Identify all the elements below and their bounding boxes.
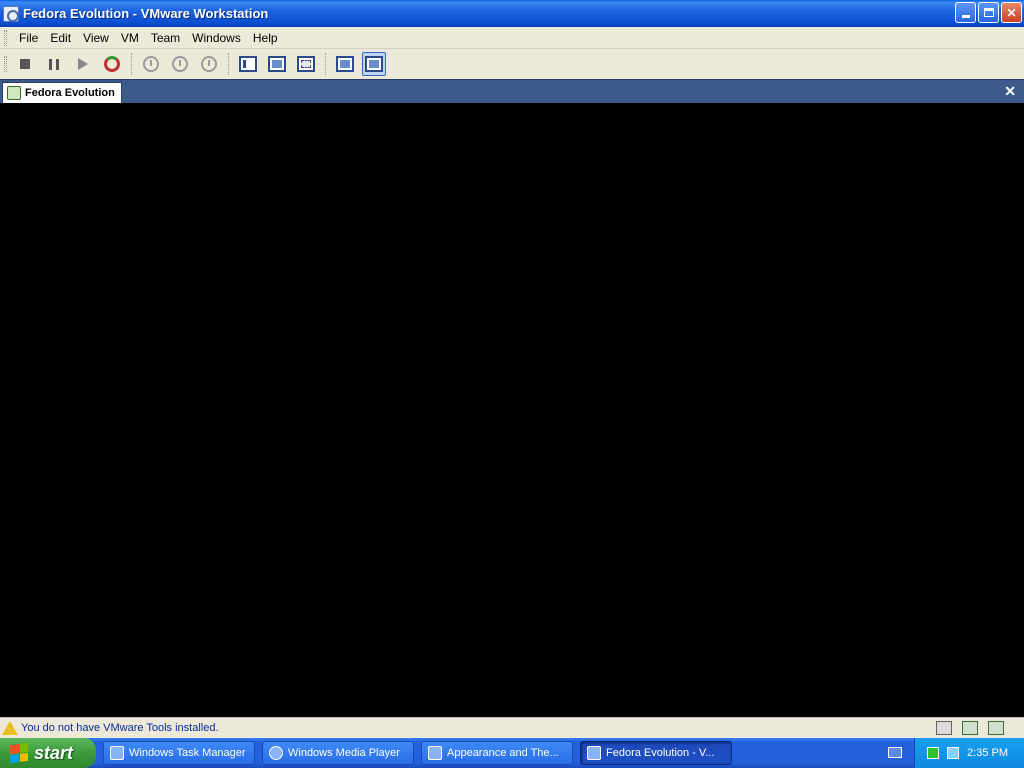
snapshot-revert-icon <box>172 56 188 72</box>
status-bar: You do not have VMware Tools installed. <box>0 717 1024 738</box>
vm-icon <box>7 86 21 100</box>
power-on-button[interactable] <box>71 52 95 76</box>
media-player-icon <box>269 746 283 760</box>
menu-help[interactable]: Help <box>247 29 284 47</box>
vmware-app-icon[interactable] <box>3 5 19 22</box>
close-window-button[interactable]: ✕ <box>1001 2 1022 23</box>
tab-fedora-evolution[interactable]: Fedora Evolution <box>2 82 122 103</box>
console-view-button[interactable] <box>333 52 357 76</box>
menu-grip[interactable] <box>4 29 7 46</box>
restore-button[interactable] <box>978 2 999 23</box>
network-icon[interactable] <box>962 721 978 735</box>
pause-icon <box>49 58 59 70</box>
menu-edit[interactable]: Edit <box>44 29 77 47</box>
task-windows-media-player[interactable]: Windows Media Player <box>262 741 414 765</box>
task-label: Appearance and The... <box>447 747 559 759</box>
start-button[interactable]: start <box>0 738 96 768</box>
snapshot-manager-icon <box>201 56 217 72</box>
summary-view-button[interactable] <box>362 52 386 76</box>
revert-snapshot-button[interactable] <box>168 52 192 76</box>
window-controls: ✕ <box>955 2 1022 23</box>
fit-window-button[interactable] <box>294 52 318 76</box>
menu-windows[interactable]: Windows <box>186 29 247 47</box>
close-icon: ✕ <box>1006 5 1017 20</box>
toolbar-separator <box>325 53 327 75</box>
tray-network-icon[interactable] <box>947 747 960 759</box>
warning-icon <box>2 721 18 735</box>
task-label: Fedora Evolution - V... <box>606 747 715 759</box>
toolbar-separator <box>131 53 133 75</box>
system-tray: 2:35 PM <box>914 738 1024 768</box>
control-panel-icon <box>428 746 442 760</box>
restore-icon <box>983 8 994 17</box>
snapshot-take-icon <box>143 56 159 72</box>
minimize-button[interactable] <box>955 2 976 23</box>
task-fedora-evolution[interactable]: Fedora Evolution - V... <box>580 741 732 765</box>
full-screen-button[interactable] <box>265 52 289 76</box>
keyboard-language-icon[interactable] <box>888 747 902 758</box>
clock[interactable]: 2:35 PM <box>967 747 1008 759</box>
fit-window-icon <box>297 56 315 72</box>
tab-label: Fedora Evolution <box>25 87 115 99</box>
toolbar-grip[interactable] <box>4 56 7 72</box>
reset-button[interactable] <box>100 52 124 76</box>
tray-app-icon[interactable] <box>927 747 940 759</box>
task-appearance-and-themes[interactable]: Appearance and The... <box>421 741 573 765</box>
toolbar-separator <box>228 53 230 75</box>
taskbar: start Windows Task Manager Windows Media… <box>0 738 1024 768</box>
task-label: Windows Media Player <box>288 747 400 759</box>
play-icon <box>78 58 88 70</box>
window-title: Fedora Evolution - VMware Workstation <box>23 6 269 21</box>
task-windows-task-manager[interactable]: Windows Task Manager <box>103 741 255 765</box>
menu-vm[interactable]: VM <box>115 29 145 47</box>
hard-disk-icon[interactable] <box>936 721 952 735</box>
toolbar <box>0 49 1024 79</box>
title-bar[interactable]: Fedora Evolution - VMware Workstation ✕ <box>0 0 1024 27</box>
device-icons <box>936 721 1004 735</box>
menu-file[interactable]: File <box>13 29 44 47</box>
power-off-button[interactable] <box>13 52 37 76</box>
suspend-button[interactable] <box>42 52 66 76</box>
minimize-icon <box>961 15 970 18</box>
quick-switch-icon <box>239 56 257 72</box>
menu-bar: File Edit View VM Team Windows Help <box>0 27 1024 49</box>
full-screen-icon <box>268 56 286 72</box>
quick-switch-button[interactable] <box>236 52 260 76</box>
vmware-task-icon <box>587 746 601 760</box>
summary-view-icon <box>365 56 383 72</box>
stop-icon <box>20 59 30 69</box>
vm-console-screen[interactable] <box>2 103 1022 717</box>
task-manager-icon <box>110 746 124 760</box>
task-label: Windows Task Manager <box>129 747 246 759</box>
network-adapter-icon[interactable] <box>988 721 1004 735</box>
menu-team[interactable]: Team <box>145 29 186 47</box>
menu-view[interactable]: View <box>77 29 115 47</box>
console-view-icon <box>336 56 354 72</box>
vmware-tools-warning[interactable]: You do not have VMware Tools installed. <box>21 722 219 734</box>
take-snapshot-button[interactable] <box>139 52 163 76</box>
snapshot-manager-button[interactable] <box>197 52 221 76</box>
start-label: start <box>34 742 74 763</box>
reset-icon <box>104 56 120 72</box>
close-tab-icon[interactable]: ✕ <box>1004 83 1016 100</box>
vm-tab-strip: Fedora Evolution ✕ <box>0 79 1024 103</box>
windows-flag-icon <box>10 742 28 764</box>
